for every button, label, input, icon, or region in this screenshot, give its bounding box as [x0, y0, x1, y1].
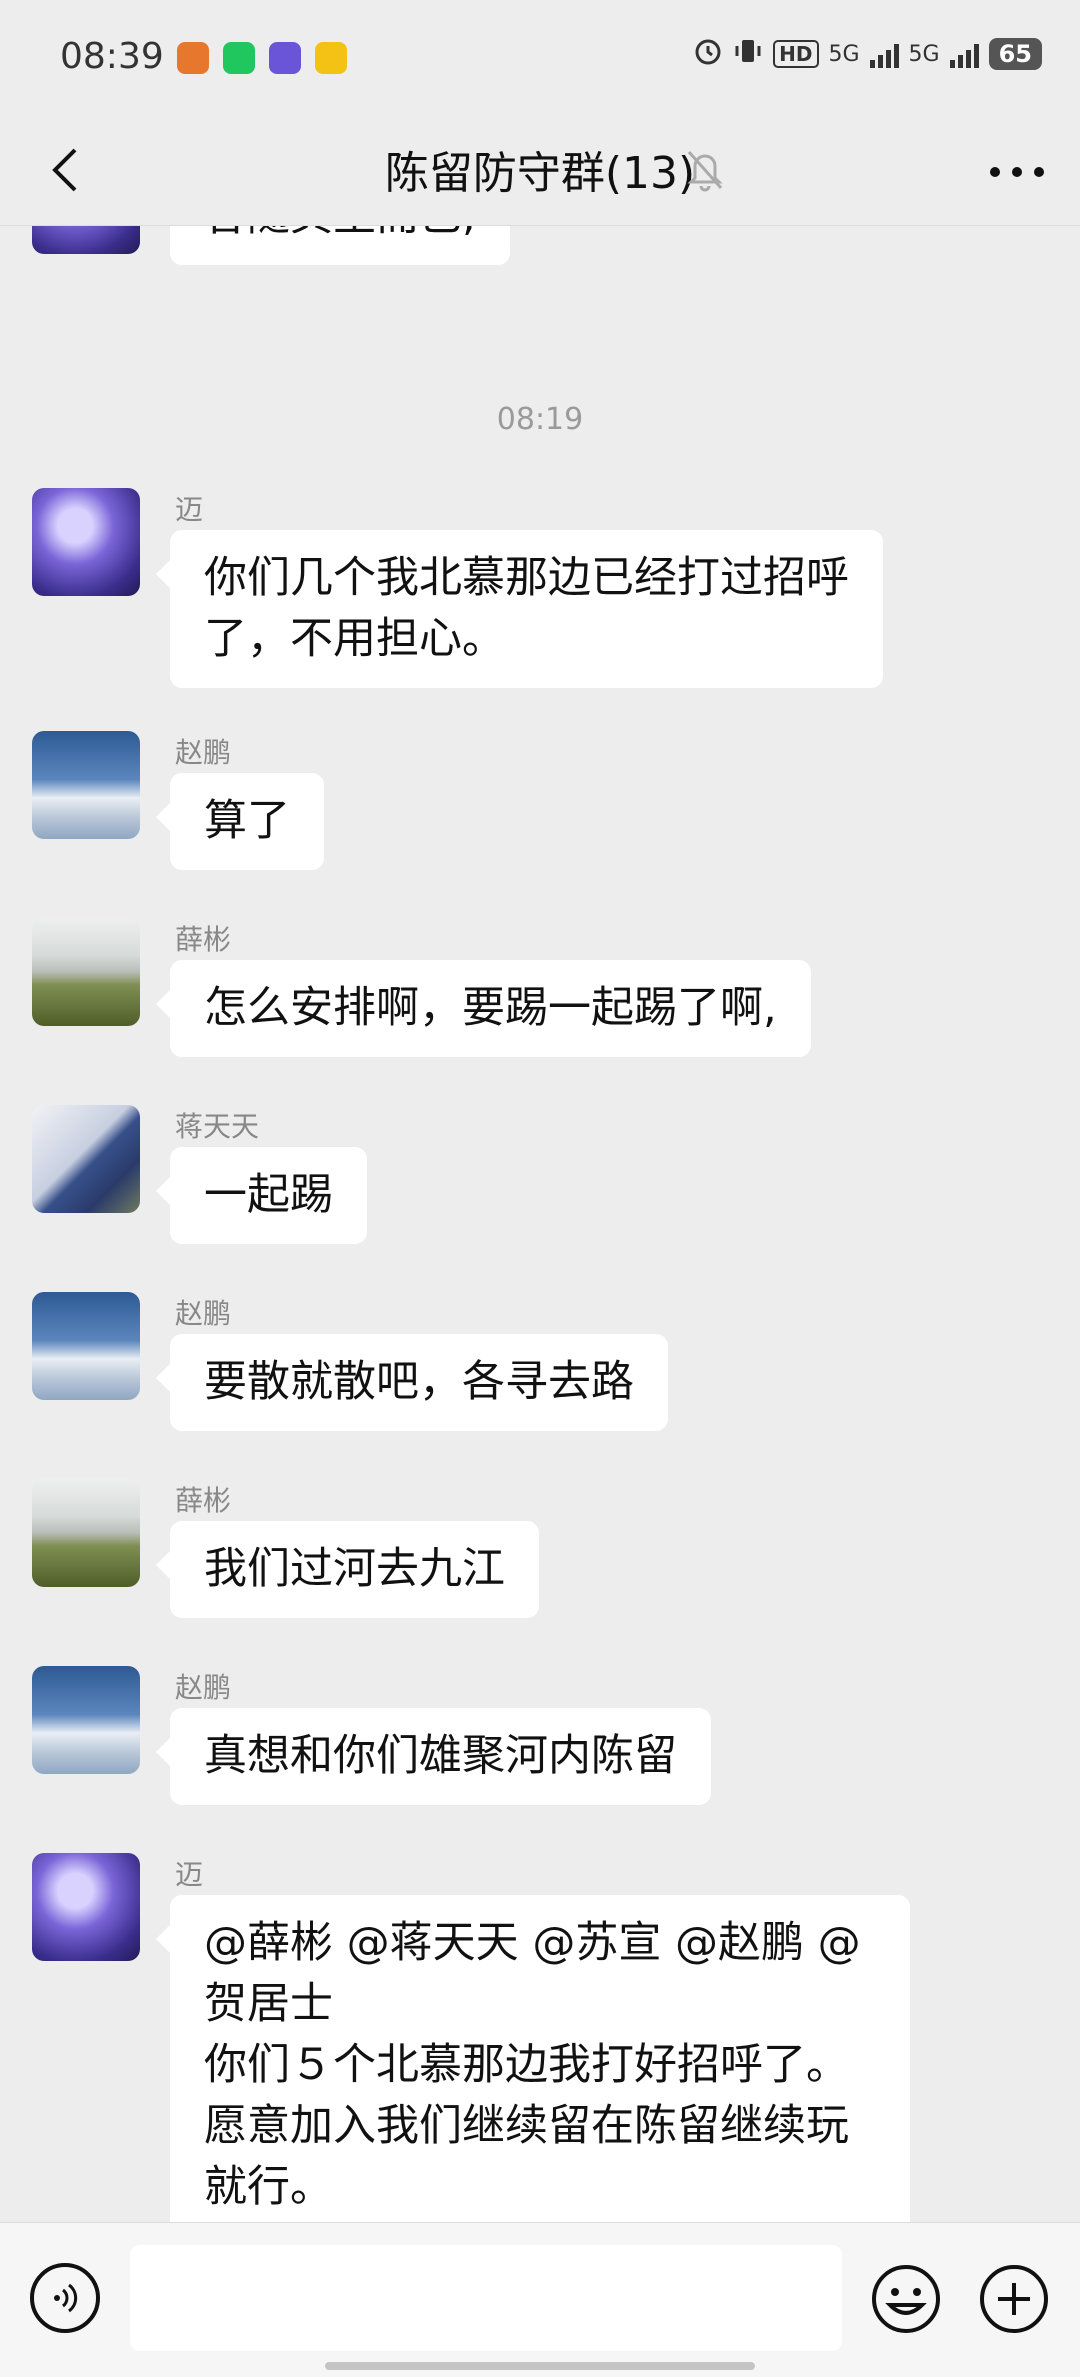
status-app-icons	[177, 42, 347, 74]
message-bubble[interactable]: 真想和你们雄聚河内陈留	[156, 1708, 711, 1805]
avatar[interactable]	[32, 1666, 140, 1774]
home-indicator[interactable]	[325, 2362, 755, 2370]
message-bubble[interactable]: 我们过河去九江	[156, 1521, 539, 1618]
avatar[interactable]	[32, 1853, 140, 1961]
app-icon-1	[177, 42, 209, 74]
avatar[interactable]	[32, 1105, 140, 1213]
message-bubble[interactable]: 要散就散吧，各寻去路	[156, 1334, 668, 1431]
chat-header: 陈留防守群(13)	[0, 115, 1080, 226]
chat-title: 陈留防守群(13)	[384, 148, 696, 199]
message-input[interactable]	[130, 2245, 842, 2351]
mute-bell-icon	[685, 148, 725, 196]
emoji-button[interactable]	[870, 2263, 942, 2335]
battery-icon: 65	[988, 38, 1042, 70]
message-bubble[interactable]: 怎么安排啊，要踢一起踢了啊,	[156, 960, 811, 1057]
status-indicators: HD 5G 5G 65	[693, 36, 1042, 72]
more-actions-button[interactable]	[978, 2263, 1050, 2335]
sender-name: 蒋天天	[175, 1110, 260, 1143]
sender-name: 薛彬	[175, 1484, 232, 1517]
app-icon-4	[315, 42, 347, 74]
more-icon	[990, 167, 1044, 177]
signal-icon-2	[949, 40, 979, 68]
input-bar	[0, 2222, 1080, 2377]
avatar[interactable]	[32, 488, 140, 596]
hd-label: HD	[773, 40, 819, 68]
message-bubble[interactable]: 算了	[156, 773, 324, 870]
avatar[interactable]	[32, 1292, 140, 1400]
status-bar: 08:39 HD 5G 5G 65	[0, 0, 1080, 115]
iqiyi-icon	[223, 42, 255, 74]
network-label-1: 5G	[828, 41, 860, 67]
plus-icon	[980, 2265, 1048, 2333]
avatar[interactable]	[32, 226, 140, 254]
emoji-icon	[872, 2265, 940, 2333]
avatar[interactable]	[32, 731, 140, 839]
message-bubble[interactable]: 一起踢	[156, 1147, 367, 1244]
sender-name: 赵鹏	[175, 1671, 232, 1704]
more-button[interactable]	[982, 137, 1052, 207]
status-time: 08:39	[60, 36, 164, 77]
message-timestamp: 08:19	[496, 402, 584, 437]
avatar[interactable]	[32, 1479, 140, 1587]
voice-icon	[54, 2283, 78, 2313]
signal-icon	[869, 40, 899, 68]
alarm-icon	[693, 36, 723, 72]
message-bubble[interactable]: @薛彬 @蒋天天 @苏宣 @赵鹏 @ 贺居士 你们５个北慕那边我打好招呼了。 愿…	[156, 1895, 910, 2222]
sender-name: 迈	[175, 493, 204, 526]
message-list[interactable]: 各随其主而已, 08:19 迈 你们几个我北慕那边已经打过招呼 了，不用担心。 …	[0, 226, 1080, 2222]
message-bubble[interactable]: 各随其主而已,	[170, 226, 510, 265]
sender-name: 迈	[175, 1858, 204, 1891]
app-icon-3	[269, 42, 301, 74]
network-label-2: 5G	[908, 41, 940, 67]
voice-button[interactable]	[30, 2263, 100, 2333]
message-bubble[interactable]: 你们几个我北慕那边已经打过招呼 了，不用担心。	[156, 530, 883, 688]
avatar[interactable]	[32, 918, 140, 1026]
sender-name: 赵鹏	[175, 1297, 232, 1330]
sender-name: 赵鹏	[175, 736, 232, 769]
vibrate-icon	[733, 36, 763, 72]
sender-name: 薛彬	[175, 923, 232, 956]
